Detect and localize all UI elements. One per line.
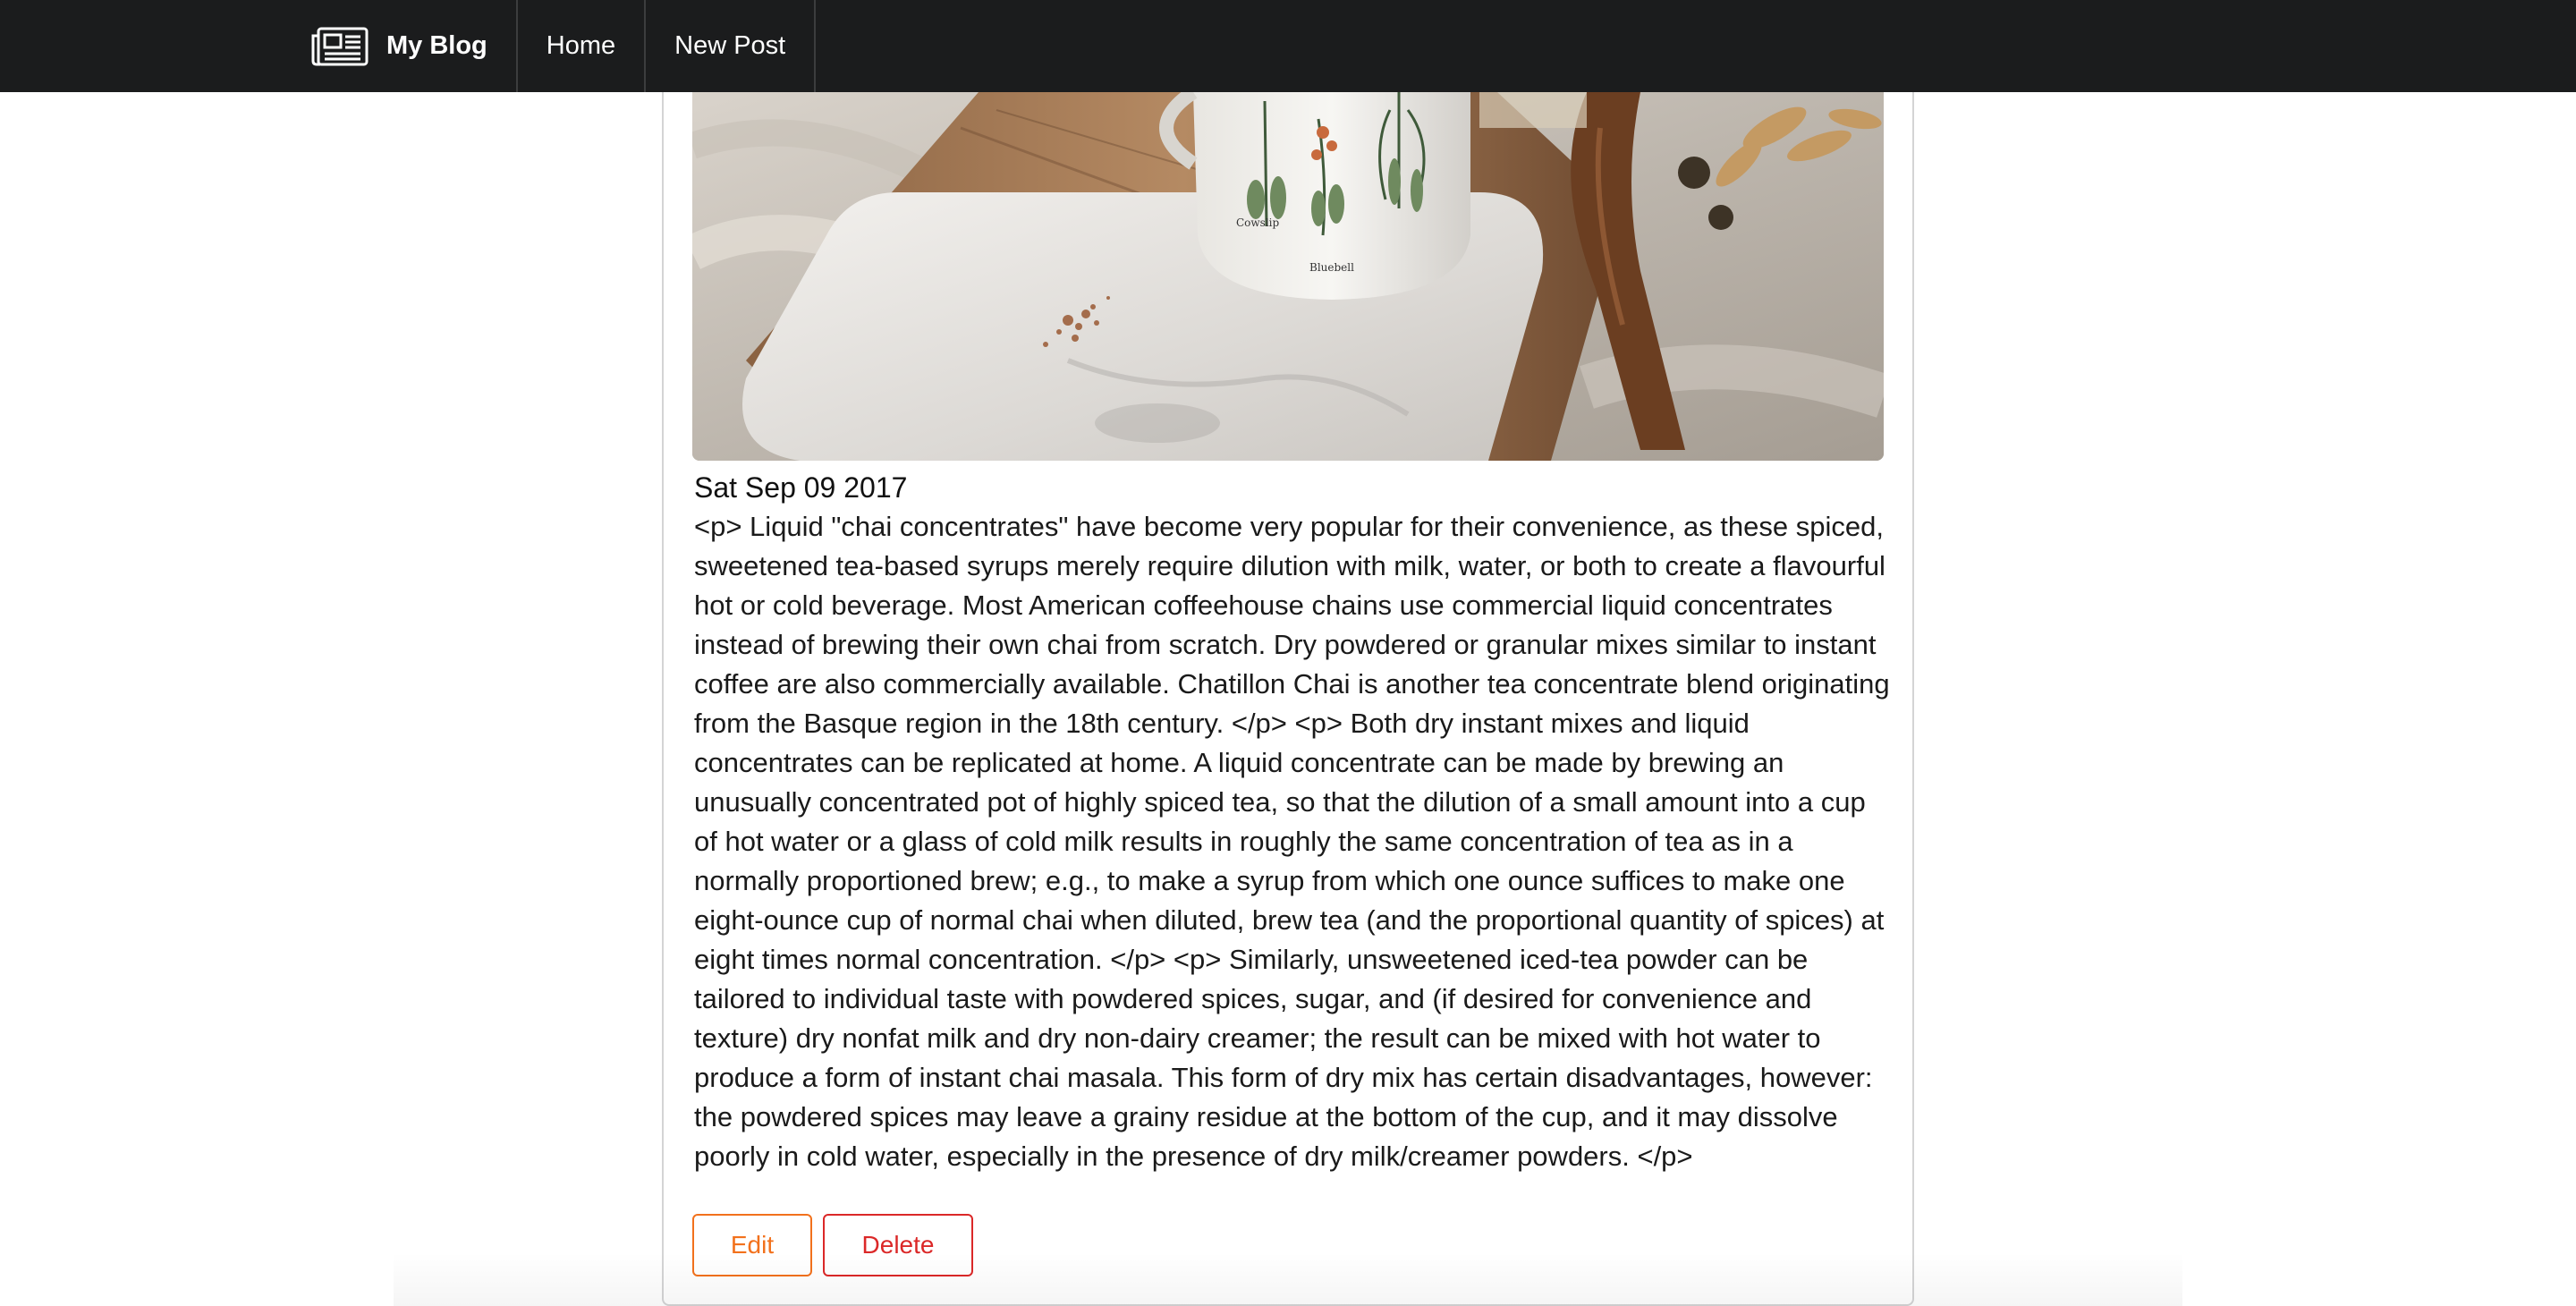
post-actions: Edit Delete bbox=[692, 1214, 973, 1276]
post-body: <p> Liquid "chai concentrates" have beco… bbox=[694, 511, 1890, 1172]
brand-label: My Blog bbox=[386, 31, 487, 60]
nav-new-post[interactable]: New Post bbox=[646, 0, 817, 92]
post-card: Cowslip Bluebell Sat Sep 09 2017 <p> Liq… bbox=[662, 92, 1914, 1306]
post-image: Cowslip Bluebell bbox=[692, 92, 1884, 461]
nav-home[interactable]: Home bbox=[518, 0, 647, 92]
nav-menu: My Blog Home New Post bbox=[286, 0, 817, 92]
newspaper-icon bbox=[311, 27, 369, 66]
brand-link[interactable]: My Blog bbox=[286, 0, 518, 92]
delete-button[interactable]: Delete bbox=[823, 1214, 973, 1276]
post-date: Sat Sep 09 2017 bbox=[694, 471, 908, 504]
edit-button[interactable]: Edit bbox=[692, 1214, 812, 1276]
svg-text:Bluebell: Bluebell bbox=[1309, 261, 1354, 274]
svg-text:Cowslip: Cowslip bbox=[1236, 216, 1280, 229]
top-navbar: My Blog Home New Post bbox=[0, 0, 2576, 92]
